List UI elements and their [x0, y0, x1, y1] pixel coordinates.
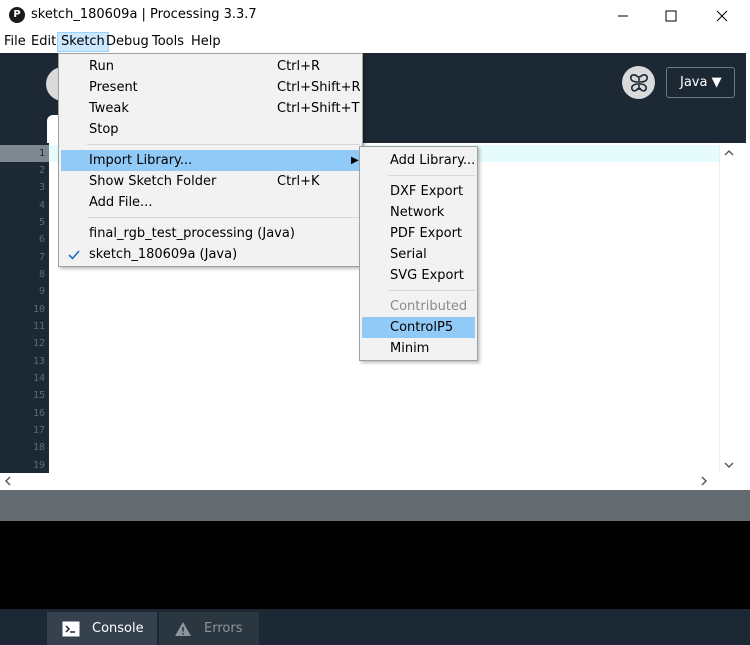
menu-item-import-library[interactable]: Import Library... ▶ — [61, 150, 360, 171]
minimize-button[interactable] — [598, 0, 648, 31]
menu-sketch[interactable]: Sketch — [57, 32, 109, 52]
line-number: 10 — [32, 304, 45, 315]
menu-separator — [87, 144, 360, 145]
minimize-icon — [618, 15, 628, 16]
window-title: sketch_180609a | Processing 3.3.7 — [31, 7, 257, 22]
submenu-item-pdf-export[interactable]: PDF Export — [362, 223, 475, 244]
submenu-arrow-icon: ▶ — [351, 155, 359, 166]
line-number: 18 — [32, 442, 45, 453]
maximize-icon — [665, 10, 677, 21]
menu-item-add-file[interactable]: Add File... — [61, 192, 360, 213]
warning-icon — [174, 621, 192, 637]
mode-selector[interactable]: Java ▼ — [666, 67, 735, 98]
menu-item-stop[interactable]: Stop — [61, 119, 360, 140]
console-output[interactable] — [0, 521, 750, 609]
line-number: 11 — [32, 321, 45, 332]
line-number: 9 — [38, 286, 45, 297]
processing-app-icon: P — [9, 7, 25, 23]
line-number: 17 — [32, 425, 45, 436]
line-number: 12 — [32, 338, 45, 349]
scroll-left-icon[interactable] — [4, 476, 12, 486]
status-bar — [0, 490, 750, 521]
errors-tab-label: Errors — [204, 621, 243, 636]
line-number-gutter: 1 2 3 4 5 6 7 8 9 10 11 12 13 14 15 16 1… — [0, 143, 49, 473]
line-number: 4 — [38, 200, 45, 211]
line-number: 2 — [38, 165, 45, 176]
horizontal-scrollbar[interactable] — [0, 473, 746, 490]
scroll-right-icon[interactable] — [700, 476, 708, 486]
scroll-up-icon[interactable] — [724, 149, 734, 157]
submenu-header-contributed: Contributed — [390, 299, 468, 314]
window-right-edge — [746, 53, 750, 493]
menu-item-final-rgb-test[interactable]: final_rgb_test_processing (Java) — [61, 223, 360, 244]
butterfly-icon — [629, 73, 648, 92]
line-number: 16 — [32, 408, 45, 419]
submenu-item-add-library[interactable]: Add Library... — [362, 150, 475, 171]
mode-button[interactable] — [622, 66, 655, 99]
menu-separator — [87, 217, 360, 218]
checkmark-icon — [67, 244, 81, 272]
bottom-tab-bar: Console Errors — [0, 609, 750, 645]
submenu-item-dxf-export[interactable]: DXF Export — [362, 181, 475, 202]
console-tab-label: Console — [92, 621, 144, 636]
menu-tools[interactable]: Tools — [149, 32, 187, 52]
line-number: 13 — [32, 356, 45, 367]
submenu-item-minim[interactable]: Minim — [362, 338, 475, 359]
submenu-item-network[interactable]: Network — [362, 202, 475, 223]
menu-separator — [388, 175, 475, 176]
console-icon — [62, 621, 80, 637]
submenu-item-svg-export[interactable]: SVG Export — [362, 265, 475, 286]
vertical-scrollbar[interactable] — [719, 143, 746, 473]
maximize-button[interactable] — [646, 0, 696, 31]
import-library-submenu: Add Library... DXF Export Network PDF Ex… — [359, 146, 478, 361]
line-number: 3 — [38, 182, 45, 193]
menu-item-sketch-180609a[interactable]: sketch_180609a (Java) — [61, 244, 360, 265]
menu-file[interactable]: File — [1, 32, 29, 52]
sketch-menu-dropdown: Run Ctrl+R Present Ctrl+Shift+R Tweak Ct… — [58, 53, 363, 267]
submenu-item-serial[interactable]: Serial — [362, 244, 475, 265]
menu-bar: File Edit Sketch Debug Tools Help — [0, 31, 750, 53]
line-number: 19 — [32, 460, 45, 471]
menu-separator — [388, 290, 475, 291]
console-tab[interactable]: Console — [47, 612, 157, 645]
menu-edit[interactable]: Edit — [28, 32, 59, 52]
menu-help[interactable]: Help — [188, 32, 224, 52]
line-number: 1 — [0, 145, 49, 162]
line-number: 7 — [38, 252, 45, 263]
menu-item-tweak[interactable]: Tweak Ctrl+Shift+T — [61, 98, 360, 119]
close-button[interactable] — [697, 0, 747, 31]
scroll-down-icon[interactable] — [724, 461, 734, 469]
menu-item-present[interactable]: Present Ctrl+Shift+R — [61, 77, 361, 98]
title-bar: P sketch_180609a | Processing 3.3.7 — [0, 0, 750, 31]
menu-item-show-sketch-folder[interactable]: Show Sketch Folder Ctrl+K — [61, 171, 360, 192]
close-icon — [716, 10, 728, 21]
line-number: 14 — [32, 373, 45, 384]
line-number: 5 — [38, 217, 45, 228]
line-number: 6 — [38, 234, 45, 245]
menu-debug[interactable]: Debug — [103, 32, 152, 52]
menu-item-run[interactable]: Run Ctrl+R — [61, 56, 360, 77]
submenu-item-controlp5[interactable]: ControlP5 — [362, 317, 475, 338]
line-number: 8 — [38, 269, 45, 280]
errors-tab[interactable]: Errors — [159, 612, 259, 645]
line-number: 15 — [32, 390, 45, 401]
